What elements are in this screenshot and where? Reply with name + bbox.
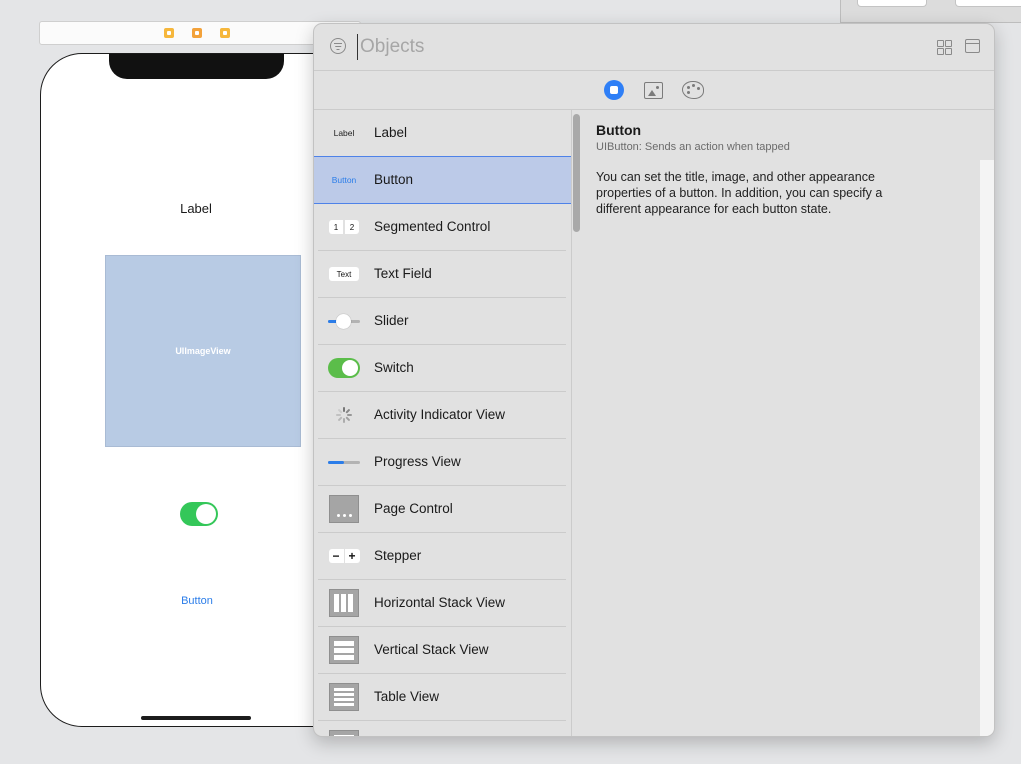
list-item-name: Vertical Stack View <box>374 642 489 657</box>
detail-description: You can set the title, image, and other … <box>596 170 883 216</box>
stepper-icon: − + <box>328 546 360 566</box>
list-item-horizontal-stack[interactable]: Horizontal Stack View <box>314 580 571 627</box>
detail-view-icon[interactable] <box>965 39 980 53</box>
list-item-activity-indicator[interactable]: Activity Indicator View <box>314 392 571 439</box>
filter-icon[interactable] <box>330 38 346 54</box>
list-item-name: Page Control <box>374 501 453 516</box>
list-item-name: Label <box>374 125 408 140</box>
toolbar-fragment <box>840 0 1021 23</box>
image-view-placeholder-text: UIImageView <box>175 346 231 356</box>
text-field-icon: Text <box>328 264 360 284</box>
list-item-switch[interactable]: Switch <box>314 345 571 392</box>
list-item-partial[interactable] <box>314 721 571 736</box>
exit-icon[interactable] <box>220 28 230 38</box>
detail-title: Button <box>596 122 642 138</box>
activity-indicator-icon <box>328 405 360 425</box>
list-item-segmented-control[interactable]: 12 Segmented Control <box>314 204 571 251</box>
list-item-stepper[interactable]: − + Stepper <box>314 533 571 580</box>
device-notch <box>109 54 284 79</box>
list-item-name: Table View <box>374 689 440 704</box>
list-item-slider[interactable]: Slider <box>314 298 571 345</box>
list-item-name: Slider <box>374 313 409 328</box>
list-item-name: Progress View <box>374 454 461 469</box>
canvas-switch[interactable] <box>180 502 218 526</box>
list-item-text-field[interactable]: Text Text Field <box>314 251 571 298</box>
list-item-name: Switch <box>374 360 414 375</box>
button-icon: Button <box>331 175 357 185</box>
object-list: Label Label Button Button 12 Segmented C… <box>314 110 572 736</box>
progress-view-icon <box>328 452 360 472</box>
list-scrollbar[interactable] <box>573 114 580 232</box>
list-item-name: Horizontal Stack View <box>374 595 506 610</box>
horizontal-stack-icon <box>328 589 360 617</box>
canvas-label[interactable]: Label <box>41 201 351 216</box>
segmented-control-icon: 12 <box>328 217 360 237</box>
view-controller-icon[interactable] <box>164 28 174 38</box>
list-item-name: Activity Indicator View <box>374 407 506 422</box>
list-item-name: Stepper <box>374 548 422 563</box>
media-tab-icon[interactable] <box>644 82 663 99</box>
detail-pane: Button UIButton: Sends an action when ta… <box>586 110 994 736</box>
list-item-name: Segmented Control <box>374 219 491 234</box>
vertical-stack-icon <box>328 636 360 664</box>
switch-icon <box>328 358 360 378</box>
first-responder-icon[interactable] <box>192 28 202 38</box>
object-library-panel: Label Label Button Button 12 Segmented C… <box>313 23 995 737</box>
table-view-icon <box>328 683 360 711</box>
toolbar-segment <box>955 0 1021 7</box>
label-icon: Label <box>333 128 355 138</box>
detail-subtitle: UIButton: Sends an action when tapped <box>596 141 790 153</box>
page-control-icon <box>328 495 360 523</box>
collection-view-icon <box>328 730 360 736</box>
list-item-button[interactable]: Button Button <box>314 156 571 204</box>
list-item-name: Button <box>374 172 414 187</box>
list-item-label[interactable]: Label Label <box>314 110 571 157</box>
home-indicator <box>141 716 251 720</box>
library-header <box>314 24 994 71</box>
list-item-page-control[interactable]: Page Control <box>314 486 571 533</box>
canvas-button[interactable]: Button <box>41 595 353 607</box>
canvas-image-view[interactable]: UIImageView <box>105 255 301 447</box>
library-search-input[interactable] <box>357 34 877 60</box>
detail-scroll-track <box>980 160 994 736</box>
library-tab-bar <box>314 71 994 110</box>
list-item-table-view[interactable]: Table View <box>314 674 571 721</box>
objects-tab-icon[interactable] <box>604 80 624 100</box>
list-item-vertical-stack[interactable]: Vertical Stack View <box>314 627 571 674</box>
toolbar-segment <box>857 0 927 7</box>
colors-palette-icon[interactable] <box>682 81 704 99</box>
list-item-name: Text Field <box>374 266 432 281</box>
list-item-progress-view[interactable]: Progress View <box>314 439 571 486</box>
slider-icon <box>328 311 360 331</box>
grid-view-icon[interactable] <box>937 40 952 55</box>
